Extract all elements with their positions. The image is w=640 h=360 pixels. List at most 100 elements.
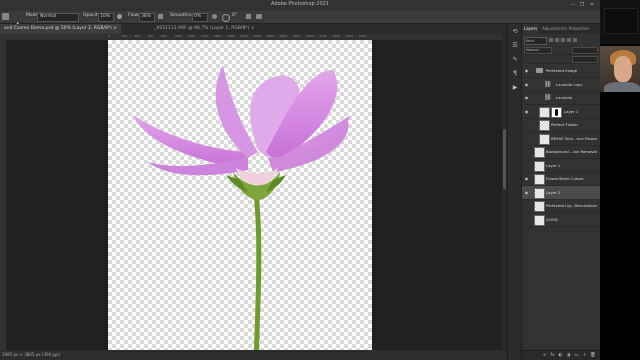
visibility-eye-icon[interactable]: ◉ [524, 68, 529, 73]
ruler-tick: 1800 [226, 34, 235, 38]
ruler-tick: 400 [134, 34, 141, 38]
canvas-workspace[interactable] [6, 40, 502, 350]
angle-value[interactable]: 0° [232, 13, 237, 18]
filter-kind-select[interactable]: Kind [524, 37, 547, 45]
visibility-eye-icon[interactable]: ◉ [524, 109, 529, 114]
link-icon[interactable]: ∞ [542, 353, 547, 358]
folder-icon[interactable]: ▭ [574, 353, 579, 358]
visibility-eye-icon[interactable] [524, 203, 529, 208]
ruler-tick: 1000 [174, 34, 182, 38]
paragraph-icon[interactable]: ¶ [511, 70, 519, 78]
layer-thumbnail[interactable] [534, 174, 545, 185]
play-action-icon[interactable]: ▶ [511, 84, 519, 92]
layer-thumbnail[interactable] [539, 133, 550, 145]
fill-field[interactable] [572, 56, 598, 63]
smoothing-input[interactable]: 0% [192, 13, 208, 22]
tab-cosmo-demo[interactable]: and Cosmo Demo.psd @ 50% (Layer 2, RGB/8… [0, 24, 122, 34]
blend-mode-select[interactable]: Normal [524, 47, 552, 54]
flow-input[interactable]: 38% [139, 13, 155, 22]
symmetry-icon[interactable] [256, 14, 262, 19]
brush-tool-icon[interactable] [13, 13, 20, 27]
layer-thumbnail[interactable] [534, 187, 545, 199]
layer-row[interactable]: ◉ Layer 1 [522, 105, 600, 119]
layer-row[interactable]: BR500 Tech...nce Flower [522, 132, 600, 146]
tab-properties[interactable]: Properties [567, 24, 591, 34]
layer-row[interactable]: ◉ Perfected Image [522, 64, 600, 78]
layer-thumbnail[interactable] [539, 120, 550, 131]
visibility-eye-icon[interactable]: ◉ [524, 176, 529, 181]
home-icon[interactable] [2, 13, 9, 20]
properties-icon[interactable]: ☰ [511, 42, 519, 50]
layer-row[interactable]: GOOD [522, 213, 600, 227]
mode-value: Normal [40, 14, 57, 19]
document-canvas[interactable] [108, 40, 372, 350]
visibility-eye-icon[interactable] [524, 136, 529, 141]
close-button[interactable]: ✕ [589, 2, 595, 8]
pressure-opacity-icon[interactable] [117, 14, 122, 19]
history-icon[interactable]: ⟲ [511, 28, 519, 36]
visibility-eye-icon[interactable] [524, 149, 529, 154]
ruler-tick: 3200 [319, 34, 327, 38]
airbrush-icon[interactable] [158, 14, 163, 19]
layer-name: Background ...ion Removal [546, 149, 597, 154]
visibility-eye-icon[interactable] [524, 122, 529, 127]
filter-adjustment-icon[interactable] [555, 38, 559, 42]
brush-settings-icon[interactable]: ✎ [511, 56, 519, 64]
visibility-eye-icon[interactable] [524, 217, 529, 222]
collapsed-panel-strip: ⟲ ☰ ✎ ¶ ▶ [507, 24, 522, 360]
filter-pixel-icon[interactable] [549, 38, 553, 42]
layer-row[interactable]: Perfected Lig...Distractions [522, 199, 600, 213]
visibility-eye-icon[interactable]: ◉ [524, 190, 529, 195]
layer-row[interactable]: ◉ ⛓ Lavende copy [522, 78, 600, 92]
opacity-field[interactable] [572, 47, 598, 54]
layer-name: Perfected Lig...Distractions [546, 203, 598, 208]
ruler-tick: 2200 [253, 34, 261, 38]
layer-row[interactable]: ◉ Layer 2 [522, 185, 600, 200]
filter-type-icon[interactable] [561, 38, 565, 42]
layer-row[interactable]: ◉ Flower/Stem Cutout [522, 172, 600, 186]
ruler-tick: 600 [147, 34, 154, 38]
layer-thumbnail[interactable] [534, 201, 545, 212]
mask-icon[interactable]: ◐ [558, 353, 563, 358]
layer-row[interactable]: ◉ ⛓ Lavende [522, 91, 600, 105]
filter-shape-icon[interactable] [567, 38, 571, 42]
layer-thumbnail[interactable] [534, 160, 545, 172]
new-layer-icon[interactable]: ＋ [582, 353, 587, 358]
visibility-eye-icon[interactable]: ◉ [524, 95, 529, 100]
tab-adjustments[interactable]: Adjustments [540, 24, 569, 34]
tab-layers[interactable]: Layers [522, 24, 540, 34]
tab-xs51113[interactable]: _XS51113.ARF @ 66.7% (Layer 1, RGB/8*) × [150, 24, 259, 34]
layer-row[interactable]: Perfect Flower [522, 118, 600, 132]
layer-filter-row: Kind [524, 37, 599, 45]
layer-name: Lavende copy [556, 81, 583, 87]
maximize-button[interactable]: ❐ [579, 2, 585, 8]
visibility-eye-icon[interactable]: ◉ [524, 82, 529, 87]
layer-mask-thumbnail[interactable] [551, 106, 562, 118]
layer-thumbnail[interactable] [534, 147, 545, 158]
panel-tabs: Layers Adjustments Properties [522, 24, 600, 34]
layer-thumbnail[interactable] [539, 106, 550, 118]
status-bar: 3985 px × 3805 px (300 ppi) [0, 350, 509, 360]
opacity-input[interactable]: 10% [98, 13, 114, 22]
layer-name: Perfect Flower [551, 122, 579, 127]
smoothing-value: 0% [194, 14, 202, 19]
settings-gear-icon[interactable] [212, 14, 217, 19]
minimize-button[interactable]: — [570, 2, 576, 8]
flow-value: 38% [141, 14, 152, 19]
ruler-tick: 3600 [345, 34, 354, 38]
title-bar: Adobe Photoshop 2021 — ❐ ✕ [0, 0, 600, 11]
webcam-overlay [600, 0, 640, 360]
layer-row[interactable]: Layer 1 [522, 159, 600, 173]
mode-select[interactable]: Normal [37, 13, 79, 22]
trash-icon[interactable]: 🗑 [590, 353, 596, 358]
ruler-tick: 200 [121, 34, 127, 38]
pressure-size-icon[interactable] [246, 14, 251, 19]
fx-icon[interactable]: fx [550, 353, 555, 358]
layer-row[interactable]: Background ...ion Removal [522, 145, 600, 159]
scroll-thumb[interactable] [503, 129, 506, 189]
layer-thumbnail[interactable] [534, 214, 545, 226]
filter-smart-icon[interactable] [573, 38, 577, 42]
adjustment-icon[interactable]: ◑ [566, 353, 571, 358]
visibility-eye-icon[interactable] [524, 163, 529, 168]
folder-icon [536, 68, 543, 73]
